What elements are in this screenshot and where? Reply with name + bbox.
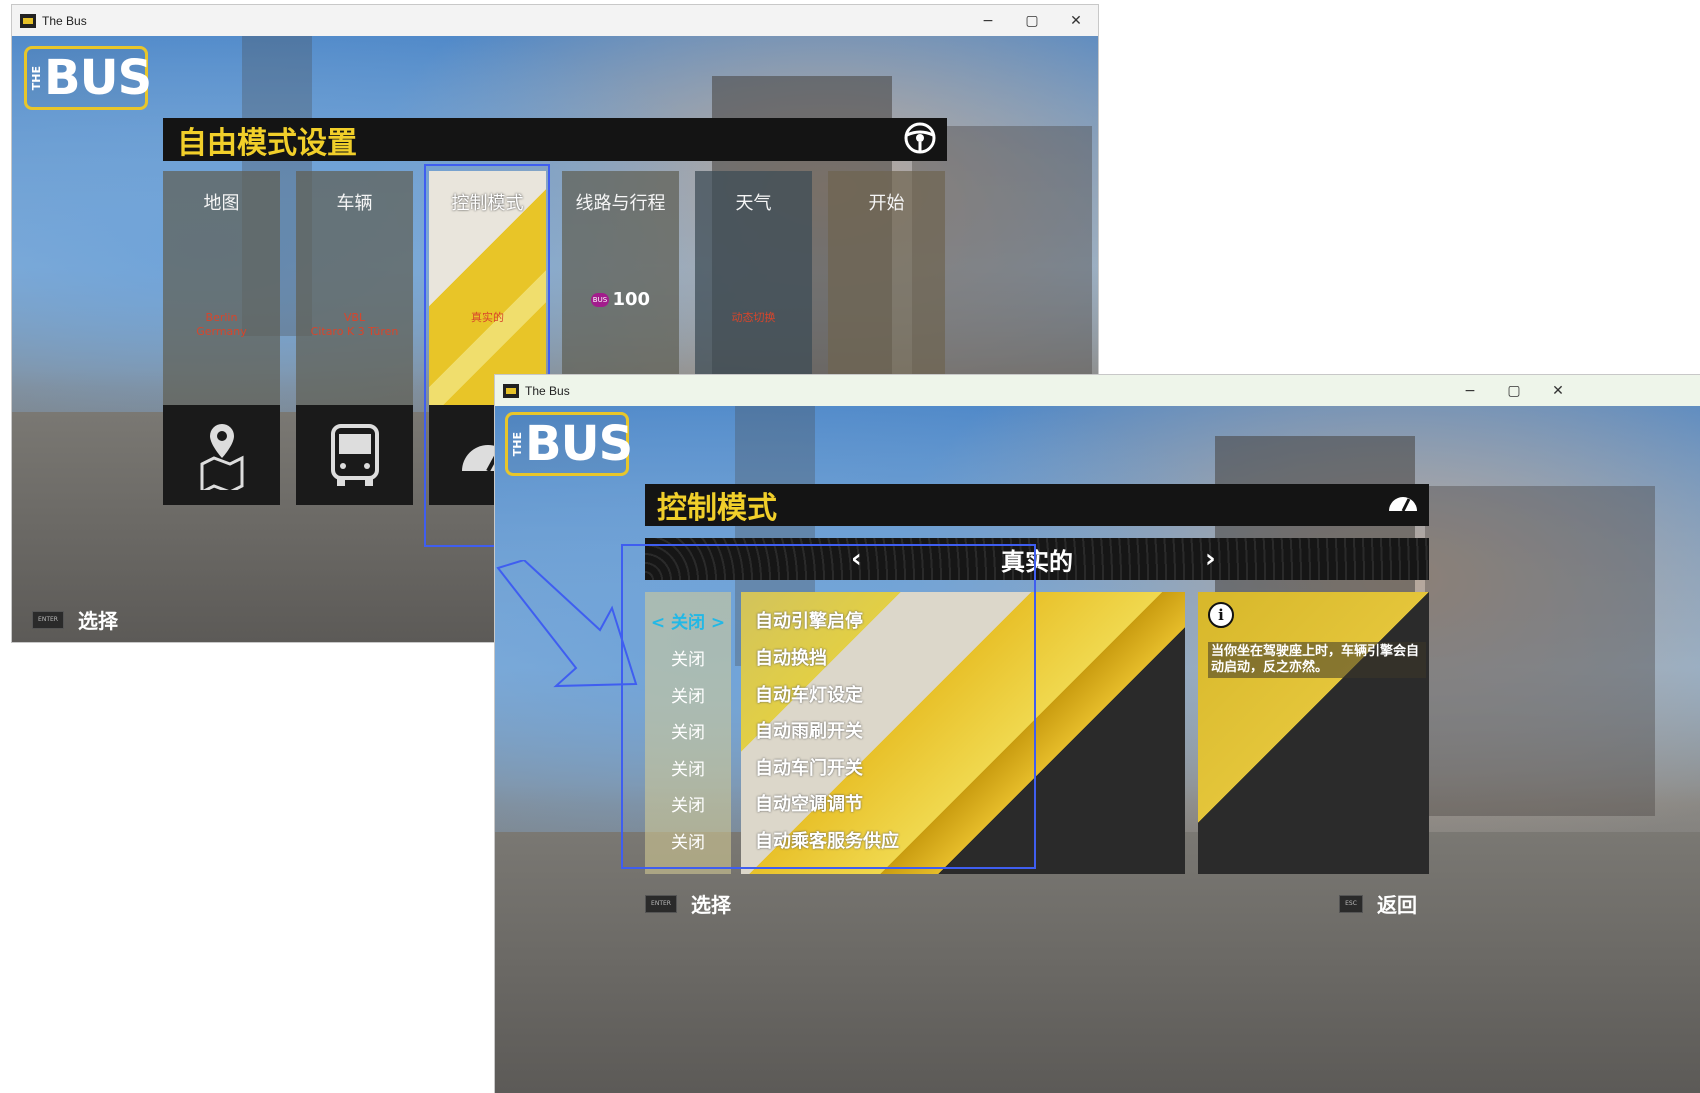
logo-bus: BUS [44, 50, 152, 106]
back-hint[interactable]: ESC 返回 [1339, 889, 1417, 918]
option-state[interactable]: 关闭 [645, 828, 731, 853]
page-title: 自由模式设置 [177, 125, 357, 161]
card-weather-value: 动态切换 [731, 311, 776, 324]
option-label: 自动雨刷开关 [755, 721, 863, 742]
card-route-label: 线路与行程 [575, 193, 666, 214]
option-label: 自动空调调节 [755, 794, 863, 815]
mode-prev-button[interactable]: ‹ [851, 544, 862, 574]
option-label: 自动引擎启停 [755, 611, 863, 632]
bus-badge-icon: BUS [590, 293, 609, 307]
maximize-button[interactable]: ▢ [1492, 383, 1536, 399]
minimize-button[interactable]: − [966, 13, 1010, 29]
logo-the: THE [511, 431, 524, 457]
game-logo: THE BUS [24, 46, 152, 110]
option-state[interactable]: 关闭 [645, 791, 731, 816]
title-bar: The Bus − ▢ ✕ [12, 5, 1098, 36]
page-header: 控制模式 [645, 484, 1429, 526]
option-state[interactable]: 关闭 [645, 718, 731, 743]
logo-bus: BUS [525, 416, 633, 472]
card-map-label: 地图 [203, 193, 240, 214]
game-background: THE BUS 控制模式 ‹ 真实的 › < 关闭 > 自动引擎启停 关闭 自动… [495, 406, 1700, 1093]
page-title: 控制模式 [657, 491, 777, 526]
option-label: 自动车灯设定 [755, 685, 863, 706]
title-bar: The Bus − ▢ ✕ [495, 375, 1700, 406]
info-text: 当你坐在驾驶座上时，车辆引擎会自动启动，反之亦然。 [1208, 642, 1426, 678]
window-control-mode: The Bus − ▢ ✕ THE BUS 控制模式 ‹ 真实的 › < 关闭 … [495, 375, 1700, 1093]
card-vehicle-value: VBL Citaro K 3 Türen [310, 311, 399, 338]
page-header: 自由模式设置 [163, 118, 947, 161]
window-title: The Bus [525, 383, 570, 398]
card-control-mode-value: 真实的 [471, 311, 504, 324]
select-hint: ENTER 选择 [645, 889, 731, 918]
steering-wheel-icon [903, 121, 937, 159]
option-state[interactable]: 关闭 [645, 755, 731, 780]
transition-arrow-icon [496, 560, 638, 688]
enter-key-icon: ENTER [32, 610, 64, 629]
option-row[interactable]: 关闭 自动车门开关 [645, 749, 863, 785]
card-vehicle-label: 车辆 [336, 193, 373, 214]
minimize-button[interactable]: − [1448, 383, 1492, 399]
window-title: The Bus [42, 13, 87, 28]
bus-front-icon [296, 405, 413, 505]
mode-next-button[interactable]: › [1205, 544, 1216, 574]
select-hint-label: 选择 [78, 609, 118, 633]
close-button[interactable]: ✕ [1536, 383, 1580, 399]
gauge-icon [1387, 493, 1419, 517]
map-pin-icon [163, 405, 280, 505]
close-button[interactable]: ✕ [1054, 13, 1098, 29]
enter-key-icon: ENTER [645, 894, 677, 913]
esc-key-icon: ESC [1339, 894, 1363, 913]
select-hint: ENTER 选择 [32, 605, 118, 634]
card-weather-label: 天气 [735, 193, 772, 214]
info-panel: i 当你坐在驾驶座上时，车辆引擎会自动启动，反之亦然。 [1198, 592, 1429, 874]
option-label: 自动乘客服务供应 [755, 831, 899, 852]
option-row[interactable]: 关闭 自动乘客服务供应 [645, 822, 899, 858]
option-label: 自动车门开关 [755, 758, 863, 779]
card-vehicle[interactable]: 车辆 VBL Citaro K 3 Türen [296, 171, 413, 505]
card-map-value: Berlin Germany [196, 311, 247, 338]
select-hint-label: 选择 [691, 893, 731, 917]
card-start-label: 开始 [868, 193, 905, 214]
option-row[interactable]: 关闭 自动雨刷开关 [645, 712, 863, 748]
mode-value: 真实的 [1001, 547, 1073, 576]
app-icon [503, 383, 519, 398]
mode-selector[interactable]: ‹ 真实的 › [645, 538, 1429, 580]
back-hint-label: 返回 [1377, 893, 1417, 917]
option-row[interactable]: 关闭 自动空调调节 [645, 785, 863, 821]
maximize-button[interactable]: ▢ [1010, 13, 1054, 29]
logo-the: THE [30, 65, 43, 91]
card-route-value: BUS 100 [590, 289, 651, 310]
option-label: 自动换挡 [755, 648, 827, 669]
game-logo: THE BUS [505, 412, 633, 476]
info-icon: i [1208, 602, 1234, 628]
app-icon [20, 13, 36, 28]
card-control-mode-label: 控制模式 [451, 193, 524, 214]
card-map[interactable]: 地图 Berlin Germany [163, 171, 280, 505]
